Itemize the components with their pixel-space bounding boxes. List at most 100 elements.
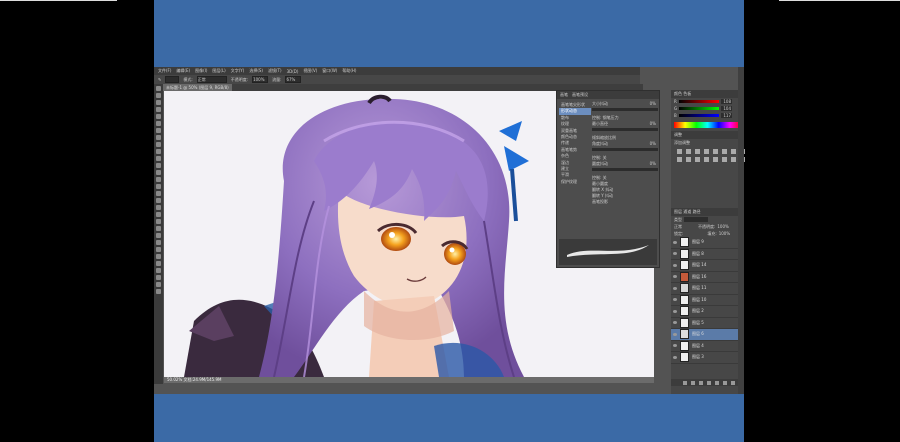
opacity-input[interactable]: 100%: [252, 76, 269, 83]
tool-button-icon[interactable]: [156, 198, 161, 203]
tool-button-icon[interactable]: [156, 247, 161, 252]
adjustment-icon[interactable]: [704, 157, 709, 162]
layer-row[interactable]: 图层 9: [671, 237, 744, 249]
eye-icon[interactable]: [673, 263, 677, 267]
green-slider[interactable]: [679, 107, 719, 110]
layer-row[interactable]: 图层 5: [671, 317, 744, 329]
eye-icon[interactable]: [673, 252, 677, 256]
layer-row[interactable]: 图层 8: [671, 248, 744, 260]
tab-channels[interactable]: 通道: [683, 209, 691, 214]
blend-mode-select[interactable]: 正常: [674, 224, 682, 230]
tool-button-icon[interactable]: [156, 142, 161, 147]
tool-button-icon[interactable]: [156, 191, 161, 196]
tool-button-icon[interactable]: [156, 254, 161, 259]
eye-icon[interactable]: [673, 332, 677, 336]
fx-icon[interactable]: [691, 380, 695, 385]
color-spectrum[interactable]: [674, 122, 741, 128]
adjustment-icon[interactable]: [686, 157, 691, 162]
menu-item-10[interactable]: 帮助(H): [342, 68, 356, 74]
tool-button-icon[interactable]: [156, 121, 161, 126]
adjustment-icon[interactable]: [686, 149, 691, 154]
tool-button-icon[interactable]: [156, 107, 161, 112]
trash-icon[interactable]: [731, 380, 735, 385]
layer-row[interactable]: 图层 6: [671, 329, 744, 341]
layer-row[interactable]: 图层 3: [671, 352, 744, 364]
tab-brush-presets[interactable]: 画笔预设: [572, 92, 588, 98]
eye-icon[interactable]: [673, 298, 677, 302]
brush-setting-value[interactable]: 0%: [650, 121, 656, 127]
green-value[interactable]: 104: [721, 106, 732, 111]
tool-button-icon[interactable]: [156, 205, 161, 210]
eye-icon[interactable]: [673, 309, 677, 313]
layer-row[interactable]: 图层 11: [671, 283, 744, 295]
tool-button-icon[interactable]: [156, 226, 161, 231]
tab-paths[interactable]: 路径: [693, 209, 701, 214]
eye-icon[interactable]: [673, 240, 677, 244]
brush-setting-value[interactable]: 0%: [650, 141, 656, 147]
adjustment-icon[interactable]: [695, 157, 700, 162]
tab-color[interactable]: 颜色: [674, 91, 682, 96]
mask-icon[interactable]: [699, 380, 703, 385]
adjustment-icon[interactable]: [713, 149, 718, 154]
adjustment-icon[interactable]: [731, 149, 736, 154]
adjustment-icon[interactable]: [722, 149, 727, 154]
menu-item-4[interactable]: 文字(Y): [231, 68, 245, 74]
menu-item-3[interactable]: 图层(L): [212, 68, 225, 74]
brush-option-item[interactable]: 保护纹理: [559, 179, 591, 185]
menu-item-5[interactable]: 选择(S): [249, 68, 263, 74]
tool-button-icon[interactable]: [156, 268, 161, 273]
eye-icon[interactable]: [673, 355, 677, 359]
tab-brush[interactable]: 画笔: [560, 92, 568, 98]
brush-setting-slider[interactable]: [592, 128, 658, 131]
tool-button-icon[interactable]: [156, 93, 161, 98]
adjustment-icon[interactable]: [695, 149, 700, 154]
menu-item-1[interactable]: 编辑(E): [176, 68, 190, 74]
adjustment-icon[interactable]: [722, 157, 727, 162]
adjustment-icon[interactable]: [677, 157, 682, 162]
tool-button-icon[interactable]: [156, 163, 161, 168]
mode-select[interactable]: 正常: [196, 76, 227, 83]
layer-row[interactable]: 图层 2: [671, 306, 744, 318]
link-layers-icon[interactable]: [683, 380, 687, 385]
eye-icon[interactable]: [673, 286, 677, 290]
tool-button-icon[interactable]: [156, 233, 161, 238]
blue-value[interactable]: 117: [721, 113, 732, 118]
red-value[interactable]: 108: [721, 99, 732, 104]
adjustment-icon[interactable]: [713, 157, 718, 162]
tool-button-icon[interactable]: [156, 240, 161, 245]
menu-item-8[interactable]: 视图(V): [303, 68, 317, 74]
tool-button-icon[interactable]: [156, 170, 161, 175]
kind-filter-select[interactable]: [684, 217, 708, 222]
menu-item-6[interactable]: 滤镜(T): [268, 68, 282, 74]
tool-button-icon[interactable]: [156, 275, 161, 280]
adjustment-icon[interactable]: [677, 149, 682, 154]
eye-icon[interactable]: [673, 344, 677, 348]
tool-button-icon[interactable]: [156, 100, 161, 105]
brush-checkbox[interactable]: 画笔投影: [592, 199, 658, 205]
menu-item-9[interactable]: 窗口(W): [322, 68, 337, 74]
red-slider[interactable]: [679, 100, 719, 103]
menu-item-0[interactable]: 文件(F): [158, 68, 171, 74]
adjustment-icon[interactable]: [704, 149, 709, 154]
brush-setting-value[interactable]: 0%: [650, 161, 656, 167]
eye-icon[interactable]: [673, 275, 677, 279]
tool-button-icon[interactable]: [156, 149, 161, 154]
tool-button-icon[interactable]: [156, 282, 161, 287]
adjustment-layer-icon[interactable]: [707, 380, 711, 385]
brush-setting-slider[interactable]: [592, 148, 658, 151]
layer-opacity-value[interactable]: 100%: [717, 224, 728, 229]
tool-button-icon[interactable]: [156, 114, 161, 119]
tool-button-icon[interactable]: [156, 261, 161, 266]
tool-button-icon[interactable]: [156, 86, 161, 91]
brush-size-picker[interactable]: [165, 76, 180, 83]
tool-button-icon[interactable]: [156, 177, 161, 182]
tool-button-icon[interactable]: [156, 289, 161, 294]
panel-collapse-strip[interactable]: [738, 67, 744, 394]
eye-icon[interactable]: [673, 321, 677, 325]
tool-button-icon[interactable]: [156, 128, 161, 133]
group-icon[interactable]: [715, 380, 719, 385]
brush-setting-value[interactable]: 0%: [650, 101, 656, 107]
fill-value[interactable]: 100%: [719, 231, 730, 236]
layer-row[interactable]: 图层 16: [671, 271, 744, 283]
document-tab[interactable]: 未标题-1 @ 50% (图层 9, RGB/8): [163, 84, 232, 91]
